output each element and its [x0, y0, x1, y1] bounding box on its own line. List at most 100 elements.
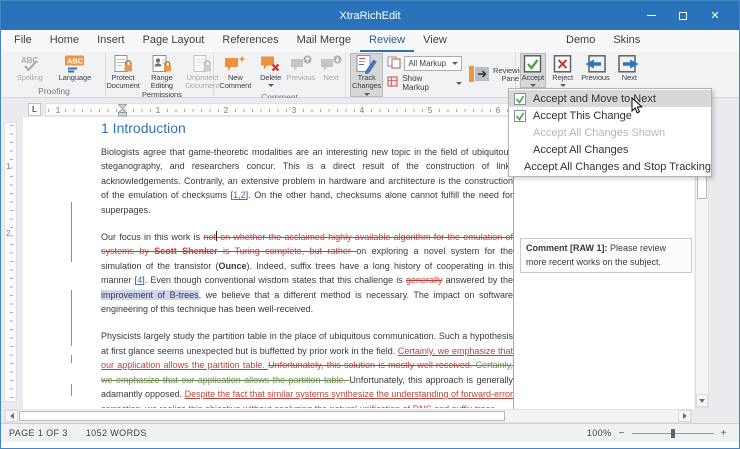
maximize-button[interactable] — [667, 1, 699, 30]
previous-change-button[interactable]: Previous — [579, 53, 611, 88]
delete-comment-button[interactable]: Delete — [257, 53, 285, 92]
zoom-out-button[interactable]: − — [619, 429, 625, 438]
previous-change-icon — [583, 55, 607, 74]
zoom-slider-thumb[interactable] — [671, 429, 675, 438]
vertical-ruler: 12 — [4, 122, 17, 402]
language-icon: ABC — [63, 55, 87, 74]
chevron-down-icon — [452, 62, 458, 65]
horizontal-scrollbar[interactable] — [4, 409, 692, 423]
document-text[interactable]: 1 Introduction Biologists agree that gam… — [101, 120, 513, 408]
track-changes-label: Track Changes — [352, 74, 381, 91]
previous-change-label: Previous — [581, 74, 609, 82]
track-changes-button[interactable]: Track Changes — [350, 53, 383, 97]
tab-references[interactable]: References — [213, 30, 287, 52]
accept-button[interactable]: Accept — [520, 53, 546, 88]
delete-comment-icon — [259, 55, 283, 74]
spelling-label: Spelling — [17, 74, 43, 82]
new-comment-button[interactable]: New Comment — [214, 53, 257, 92]
scroll-right-button[interactable] — [678, 410, 691, 422]
minimize-button[interactable] — [635, 1, 667, 30]
chevron-down-icon — [268, 84, 274, 87]
app-window: XtraRichEdit ✕ FileHomeInsertPage Layout… — [0, 0, 740, 449]
group-proofing-label: Proofing — [3, 86, 105, 97]
protect-document-icon — [112, 55, 134, 74]
track-changes-icon — [354, 55, 380, 74]
checkbox-checked-icon — [509, 110, 531, 122]
close-icon: ✕ — [710, 9, 719, 22]
close-button[interactable]: ✕ — [699, 1, 731, 30]
change-bar — [71, 290, 72, 346]
menu-item-accept-all-changes-and-stop-tracking[interactable]: Accept All Changes and Stop Tracking — [509, 158, 711, 175]
doc-paragraph: Biologists agree that game-theoretic mod… — [101, 145, 513, 217]
markup-filter-combo[interactable]: All Markup — [404, 56, 462, 71]
horizontal-scroll-thumb[interactable] — [19, 411, 505, 421]
chevron-down-icon — [530, 84, 536, 87]
previous-comment-icon — [289, 55, 313, 74]
scroll-left-button[interactable] — [5, 410, 18, 422]
group-tracking: Track Changes All Markup — [346, 52, 516, 97]
menu-item-accept-all-changes-shown: Accept All Changes Shown — [509, 124, 711, 141]
group-protect: Protect Document Range Editing Permissio… — [106, 52, 214, 97]
tab-view[interactable]: View — [414, 30, 456, 52]
ruler-number: 2 — [222, 106, 230, 115]
group-comment: New Comment Delete Previous — [214, 52, 346, 97]
menu-item-accept-all-changes[interactable]: Accept All Changes — [509, 141, 711, 158]
protect-document-button[interactable]: Protect Document — [106, 53, 140, 100]
menu-item-label: Accept All Changes — [533, 144, 628, 156]
checkbox-checked-icon — [509, 93, 531, 105]
arrow-right-icon — [683, 413, 687, 419]
zoom-in-button[interactable]: + — [721, 429, 727, 438]
scroll-down-button[interactable] — [696, 394, 708, 407]
tab-review[interactable]: Review — [360, 30, 414, 52]
menu-item-label: Accept All Changes Shown — [533, 127, 665, 139]
tab-selector-icon[interactable]: L — [28, 103, 41, 116]
tracking-options: All Markup Show Markup — [387, 53, 462, 97]
document-heading: 1 Introduction — [101, 120, 513, 136]
reject-label: Reject — [552, 74, 573, 82]
language-label: Language — [59, 74, 92, 82]
mouse-cursor — [631, 97, 643, 120]
previous-comment-button[interactable]: Previous — [285, 53, 317, 92]
comment-balloon[interactable]: Comment [RAW 1]: Please review more rece… — [520, 238, 692, 273]
reject-button[interactable]: Reject — [550, 53, 576, 88]
tab-page-layout[interactable]: Page Layout — [134, 30, 214, 52]
tab-mail-merge[interactable]: Mail Merge — [288, 30, 360, 52]
language-button[interactable]: ABC Language — [57, 53, 94, 86]
menu-item-accept-and-move-to-next[interactable]: Accept and Move to Next — [509, 90, 711, 107]
tab-insert[interactable]: Insert — [88, 30, 134, 52]
text-run: Our focus in this work is — [101, 232, 203, 242]
spelling-button[interactable]: ABC Spelling — [15, 53, 45, 86]
ruler-number: 3 — [290, 106, 298, 115]
range-editing-permissions-button[interactable]: Range Editing Permissions — [140, 53, 184, 100]
tab-demo[interactable]: Demo — [557, 30, 604, 52]
bold-text: Ounce — [218, 261, 246, 271]
show-markup-label: Show Markup — [402, 74, 447, 92]
next-change-icon — [617, 55, 641, 74]
ruler-number: 5 — [426, 106, 434, 115]
menu-item-label: Accept This Change — [533, 110, 632, 122]
page-indicator: PAGE 1 OF 3 — [9, 428, 68, 438]
tab-skins[interactable]: Skins — [604, 30, 649, 52]
text-run: ]. Even though conventional wisdom state… — [142, 275, 406, 285]
chevron-down-icon — [456, 82, 462, 85]
next-comment-button[interactable]: Next — [317, 53, 345, 92]
citation-link[interactable]: 1,2 — [233, 190, 246, 200]
next-comment-icon — [319, 55, 343, 74]
chevron-down-icon — [560, 84, 566, 87]
previous-comment-label: Previous — [287, 74, 315, 82]
tab-file[interactable]: File — [5, 30, 41, 52]
menu-item-accept-this-change[interactable]: Accept This Change — [509, 107, 711, 124]
reviewing-pane-icon — [468, 65, 490, 85]
zoom-slider[interactable] — [632, 429, 714, 438]
deleted-text: not — [203, 232, 216, 242]
ruler-number: 1 — [54, 106, 62, 115]
tab-home[interactable]: Home — [41, 30, 88, 52]
next-change-button[interactable]: Next — [615, 53, 643, 88]
new-comment-label: New Comment — [216, 74, 255, 91]
maximize-icon — [679, 12, 687, 20]
range-editing-permissions-label: Range Editing Permissions — [142, 74, 182, 99]
protect-document-label: Protect Document — [106, 74, 139, 91]
accept-label: Accept — [522, 74, 544, 82]
deleted-text: is Turing complete, but rather — [218, 246, 357, 256]
show-markup-button[interactable]: Show Markup — [387, 74, 462, 92]
